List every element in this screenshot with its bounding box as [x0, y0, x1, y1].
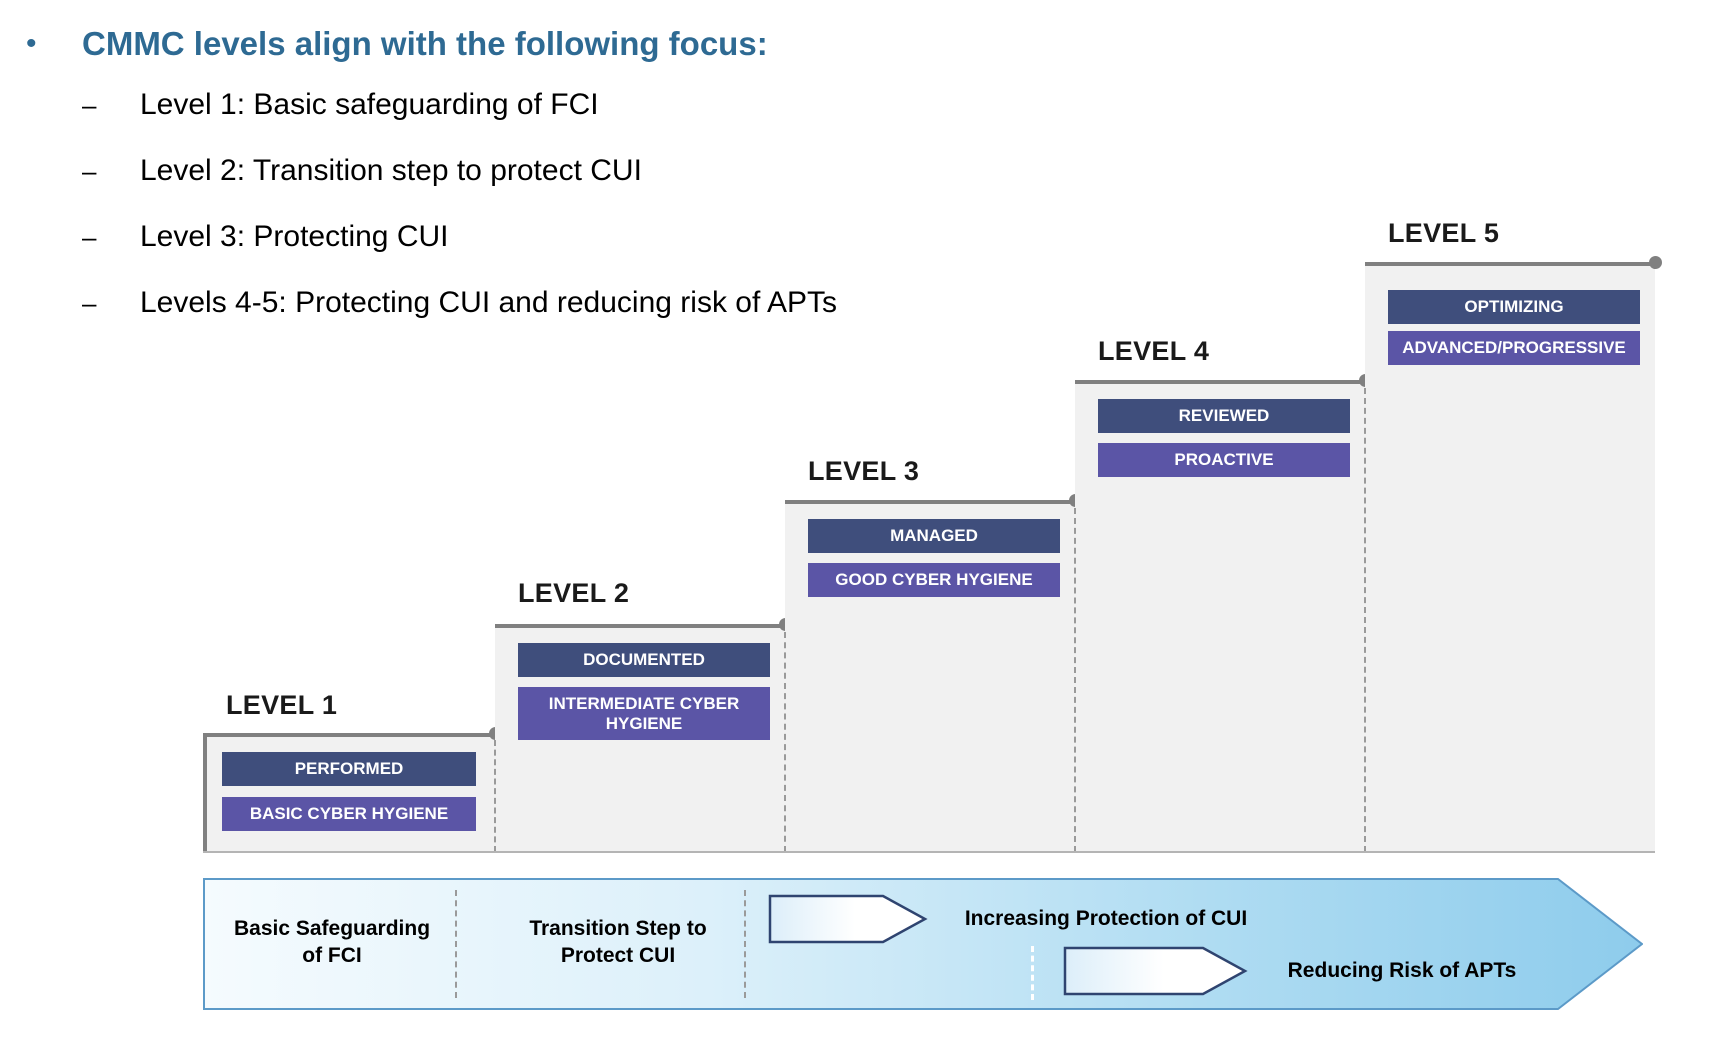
process-band-level-4: REVIEWED — [1098, 399, 1350, 433]
process-band-level-5: OPTIMIZING — [1388, 290, 1640, 324]
column-divider-2-3 — [784, 632, 786, 852]
practice-band-level-2: INTERMEDIATE CYBER HYGIENE — [518, 687, 770, 740]
banner-label-reducing-risk: Reducing Risk of APTs — [1287, 959, 1517, 982]
practice-band-level-1: BASIC CYBER HYGIENE — [222, 797, 476, 831]
practice-band-level-4: PROACTIVE — [1098, 443, 1350, 477]
focus-arrow-banner: Basic Safeguarding of FCI Transition Ste… — [203, 878, 1643, 1010]
banner-divider-2 — [744, 890, 746, 998]
level-label-3: LEVEL 3 — [808, 456, 920, 486]
step-level-1 — [203, 733, 495, 852]
banner-label-transition-step: Transition Step to Protect CUI — [529, 917, 707, 967]
column-divider-3-4 — [1074, 508, 1076, 852]
staircase-baseline — [203, 851, 1655, 853]
banner-divider-3 — [1031, 946, 1034, 1000]
process-band-level-3: MANAGED — [808, 519, 1060, 553]
level-label-4: LEVEL 4 — [1098, 336, 1210, 366]
process-band-level-2: DOCUMENTED — [518, 643, 770, 677]
column-divider-1-2 — [494, 740, 496, 852]
banner-label-basic-safeguarding: Basic Safeguarding of FCI — [233, 917, 431, 967]
practice-band-level-5: ADVANCED/PROGRESSIVE — [1388, 331, 1640, 365]
level-label-2: LEVEL 2 — [518, 578, 630, 608]
level-label-1: LEVEL 1 — [226, 690, 338, 720]
column-divider-4-5 — [1364, 388, 1366, 852]
banner-divider-1 — [455, 890, 457, 998]
banner-label-increasing-protection: Increasing Protection of CUI — [964, 907, 1248, 930]
step-corner-dot-icon — [1649, 256, 1662, 269]
process-band-level-1: PERFORMED — [222, 752, 476, 786]
level-label-5: LEVEL 5 — [1388, 218, 1500, 248]
practice-band-level-3: GOOD CYBER HYGIENE — [808, 563, 1060, 597]
